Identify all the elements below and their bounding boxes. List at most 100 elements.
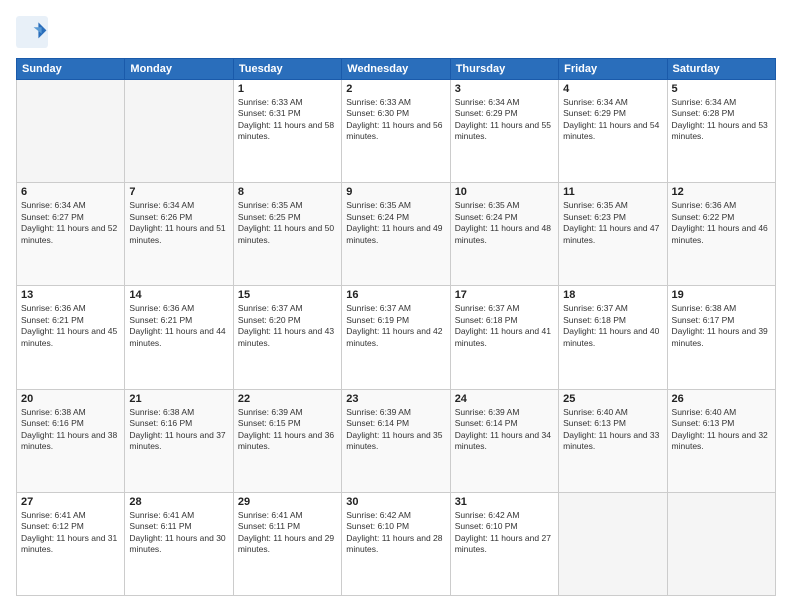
- day-number: 2: [346, 83, 445, 95]
- day-number: 17: [455, 289, 554, 301]
- day-info: Sunrise: 6:34 AM Sunset: 6:26 PM Dayligh…: [129, 200, 228, 246]
- day-info: Sunrise: 6:33 AM Sunset: 6:30 PM Dayligh…: [346, 97, 445, 143]
- calendar-cell: 18 Sunrise: 6:37 AM Sunset: 6:18 PM Dayli…: [559, 286, 667, 389]
- day-number: 20: [21, 393, 120, 405]
- day-info: Sunrise: 6:38 AM Sunset: 6:16 PM Dayligh…: [21, 407, 120, 453]
- day-info: Sunrise: 6:37 AM Sunset: 6:20 PM Dayligh…: [238, 303, 337, 349]
- calendar-cell: 14Sunrise: 6:36 AM Sunset: 6:21 PM Dayli…: [125, 286, 233, 389]
- day-info: Sunrise: 6:41 AM Sunset: 6:11 PM Dayligh…: [238, 510, 337, 556]
- weekday-header-monday: Monday: [125, 59, 233, 80]
- day-info: Sunrise: 6:41 AM Sunset: 6:12 PM Dayligh…: [21, 510, 120, 556]
- calendar-cell: 19 Sunrise: 6:38 AM Sunset: 6:17 PM Dayli…: [667, 286, 775, 389]
- calendar-cell: [125, 80, 233, 183]
- calendar-cell: [559, 492, 667, 595]
- calendar-cell: 27 Sunrise: 6:41 AM Sunset: 6:12 PM Dayli…: [17, 492, 125, 595]
- day-info: Sunrise: 6:42 AM Sunset: 6:10 PM Dayligh…: [455, 510, 554, 556]
- day-info: Sunrise: 6:39 AM Sunset: 6:15 PM Dayligh…: [238, 407, 337, 453]
- weekday-header-thursday: Thursday: [450, 59, 558, 80]
- calendar-cell: 2 Sunrise: 6:33 AM Sunset: 6:30 PM Daylig…: [342, 80, 450, 183]
- calendar-cell: 11 Sunrise: 6:35 AM Sunset: 6:23 PM Dayli…: [559, 183, 667, 286]
- week-row-3: 13 Sunrise: 6:36 AM Sunset: 6:21 PM Dayli…: [17, 286, 776, 389]
- calendar-cell: 30Sunrise: 6:42 AM Sunset: 6:10 PM Dayli…: [342, 492, 450, 595]
- weekday-header-row: SundayMondayTuesdayWednesdayThursdayFrid…: [17, 59, 776, 80]
- day-number: 5: [672, 83, 771, 95]
- calendar-cell: 26 Sunrise: 6:40 AM Sunset: 6:13 PM Dayli…: [667, 389, 775, 492]
- day-info: Sunrise: 6:37 AM Sunset: 6:19 PM Dayligh…: [346, 303, 445, 349]
- day-info: Sunrise: 6:35 AM Sunset: 6:24 PM Dayligh…: [346, 200, 445, 246]
- calendar-cell: 4Sunrise: 6:34 AM Sunset: 6:29 PM Daylig…: [559, 80, 667, 183]
- day-info: Sunrise: 6:39 AM Sunset: 6:14 PM Dayligh…: [346, 407, 445, 453]
- weekday-header-tuesday: Tuesday: [233, 59, 341, 80]
- calendar-cell: 12Sunrise: 6:36 AM Sunset: 6:22 PM Dayli…: [667, 183, 775, 286]
- weekday-header-wednesday: Wednesday: [342, 59, 450, 80]
- day-number: 31: [455, 496, 554, 508]
- calendar-cell: 29 Sunrise: 6:41 AM Sunset: 6:11 PM Dayli…: [233, 492, 341, 595]
- day-number: 27: [21, 496, 120, 508]
- calendar-cell: 28 Sunrise: 6:41 AM Sunset: 6:11 PM Dayli…: [125, 492, 233, 595]
- day-info: Sunrise: 6:38 AM Sunset: 6:16 PM Dayligh…: [129, 407, 228, 453]
- day-number: 19: [672, 289, 771, 301]
- day-number: 14: [129, 289, 228, 301]
- day-number: 11: [563, 186, 662, 198]
- day-info: Sunrise: 6:41 AM Sunset: 6:11 PM Dayligh…: [129, 510, 228, 556]
- day-info: Sunrise: 6:37 AM Sunset: 6:18 PM Dayligh…: [563, 303, 662, 349]
- day-info: Sunrise: 6:33 AM Sunset: 6:31 PM Dayligh…: [238, 97, 337, 143]
- calendar-cell: 24Sunrise: 6:39 AM Sunset: 6:14 PM Dayli…: [450, 389, 558, 492]
- day-number: 25: [563, 393, 662, 405]
- day-number: 28: [129, 496, 228, 508]
- day-info: Sunrise: 6:34 AM Sunset: 6:28 PM Dayligh…: [672, 97, 771, 143]
- day-number: 13: [21, 289, 120, 301]
- day-number: 10: [455, 186, 554, 198]
- header: [16, 16, 776, 48]
- day-info: Sunrise: 6:36 AM Sunset: 6:21 PM Dayligh…: [21, 303, 120, 349]
- day-info: Sunrise: 6:35 AM Sunset: 6:24 PM Dayligh…: [455, 200, 554, 246]
- day-number: 29: [238, 496, 337, 508]
- day-number: 3: [455, 83, 554, 95]
- day-info: Sunrise: 6:40 AM Sunset: 6:13 PM Dayligh…: [563, 407, 662, 453]
- day-info: Sunrise: 6:38 AM Sunset: 6:17 PM Dayligh…: [672, 303, 771, 349]
- week-row-2: 6 Sunrise: 6:34 AM Sunset: 6:27 PM Daylig…: [17, 183, 776, 286]
- day-info: Sunrise: 6:34 AM Sunset: 6:29 PM Dayligh…: [563, 97, 662, 143]
- day-number: 21: [129, 393, 228, 405]
- calendar-cell: 10 Sunrise: 6:35 AM Sunset: 6:24 PM Dayli…: [450, 183, 558, 286]
- day-info: Sunrise: 6:40 AM Sunset: 6:13 PM Dayligh…: [672, 407, 771, 453]
- logo-icon: [16, 16, 48, 48]
- day-info: Sunrise: 6:37 AM Sunset: 6:18 PM Dayligh…: [455, 303, 554, 349]
- day-number: 22: [238, 393, 337, 405]
- calendar-cell: [667, 492, 775, 595]
- week-row-5: 27 Sunrise: 6:41 AM Sunset: 6:12 PM Dayli…: [17, 492, 776, 595]
- calendar-cell: 17 Sunrise: 6:37 AM Sunset: 6:18 PM Dayli…: [450, 286, 558, 389]
- week-row-4: 20 Sunrise: 6:38 AM Sunset: 6:16 PM Dayli…: [17, 389, 776, 492]
- calendar-table: SundayMondayTuesdayWednesdayThursdayFrid…: [16, 58, 776, 596]
- day-number: 26: [672, 393, 771, 405]
- day-number: 8: [238, 186, 337, 198]
- weekday-header-sunday: Sunday: [17, 59, 125, 80]
- calendar-cell: 6 Sunrise: 6:34 AM Sunset: 6:27 PM Daylig…: [17, 183, 125, 286]
- day-number: 15: [238, 289, 337, 301]
- day-info: Sunrise: 6:35 AM Sunset: 6:23 PM Dayligh…: [563, 200, 662, 246]
- calendar-cell: 31 Sunrise: 6:42 AM Sunset: 6:10 PM Dayli…: [450, 492, 558, 595]
- logo: [16, 16, 52, 48]
- page: SundayMondayTuesdayWednesdayThursdayFrid…: [0, 0, 792, 612]
- calendar-cell: 20 Sunrise: 6:38 AM Sunset: 6:16 PM Dayli…: [17, 389, 125, 492]
- day-number: 1: [238, 83, 337, 95]
- calendar-cell: 25 Sunrise: 6:40 AM Sunset: 6:13 PM Dayli…: [559, 389, 667, 492]
- calendar-cell: 16Sunrise: 6:37 AM Sunset: 6:19 PM Dayli…: [342, 286, 450, 389]
- calendar-cell: [17, 80, 125, 183]
- calendar-cell: 23 Sunrise: 6:39 AM Sunset: 6:14 PM Dayli…: [342, 389, 450, 492]
- week-row-1: 1 Sunrise: 6:33 AM Sunset: 6:31 PM Daylig…: [17, 80, 776, 183]
- calendar-cell: 1 Sunrise: 6:33 AM Sunset: 6:31 PM Daylig…: [233, 80, 341, 183]
- day-info: Sunrise: 6:35 AM Sunset: 6:25 PM Dayligh…: [238, 200, 337, 246]
- weekday-header-saturday: Saturday: [667, 59, 775, 80]
- day-number: 9: [346, 186, 445, 198]
- day-number: 23: [346, 393, 445, 405]
- day-info: Sunrise: 6:34 AM Sunset: 6:27 PM Dayligh…: [21, 200, 120, 246]
- calendar-cell: 5 Sunrise: 6:34 AM Sunset: 6:28 PM Daylig…: [667, 80, 775, 183]
- day-number: 24: [455, 393, 554, 405]
- calendar-cell: 22 Sunrise: 6:39 AM Sunset: 6:15 PM Dayli…: [233, 389, 341, 492]
- day-number: 18: [563, 289, 662, 301]
- day-number: 12: [672, 186, 771, 198]
- calendar-cell: 3Sunrise: 6:34 AM Sunset: 6:29 PM Daylig…: [450, 80, 558, 183]
- day-number: 6: [21, 186, 120, 198]
- calendar-cell: 8 Sunrise: 6:35 AM Sunset: 6:25 PM Daylig…: [233, 183, 341, 286]
